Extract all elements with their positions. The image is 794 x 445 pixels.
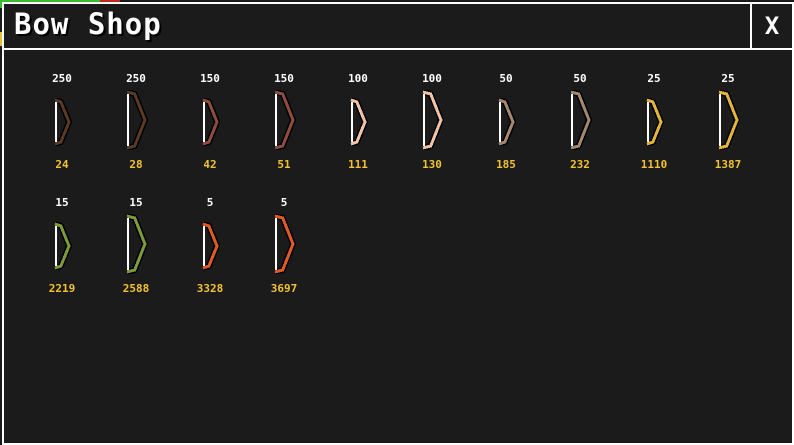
- bow-icon: [715, 90, 741, 150]
- item-quantity: 50: [499, 72, 513, 85]
- item-quantity: 50: [573, 72, 587, 85]
- item-price: 28: [129, 158, 143, 171]
- shop-item-bow[interactable]: 15 2219: [32, 196, 92, 295]
- close-button[interactable]: X: [750, 4, 792, 48]
- shop-item-bow[interactable]: 250 28: [106, 72, 166, 171]
- bow-icon: [347, 98, 369, 146]
- item-price: 51: [277, 158, 291, 171]
- title-bar: Bow Shop X: [4, 4, 792, 50]
- item-price: 232: [570, 158, 590, 171]
- item-price: 24: [55, 158, 69, 171]
- item-price: 3328: [196, 282, 224, 295]
- item-price: 3697: [270, 282, 298, 295]
- bow-icon: [567, 90, 593, 150]
- item-quantity: 150: [200, 72, 220, 85]
- bow-icon: [643, 98, 665, 146]
- item-quantity: 25: [647, 72, 661, 85]
- shop-item-bow[interactable]: 150 51: [254, 72, 314, 171]
- shop-item-bow[interactable]: 15 2588: [106, 196, 166, 295]
- item-quantity: 15: [129, 196, 143, 209]
- shop-item-bow[interactable]: 250 24: [32, 72, 92, 171]
- item-price: 111: [348, 158, 368, 171]
- bow-icon: [51, 98, 73, 146]
- item-price: 1387: [714, 158, 742, 171]
- bow-icon: [271, 90, 297, 150]
- item-price: 1110: [640, 158, 668, 171]
- item-quantity: 250: [126, 72, 146, 85]
- bow-icon: [495, 98, 517, 146]
- item-quantity: 5: [206, 196, 214, 209]
- shop-item-bow[interactable]: 50 232: [550, 72, 610, 171]
- bow-icon: [51, 222, 73, 270]
- item-price: 42: [203, 158, 217, 171]
- item-quantity: 5: [280, 196, 288, 209]
- shop-item-bow[interactable]: 25 1110: [624, 72, 684, 171]
- bow-icon: [123, 214, 149, 274]
- bow-icon: [123, 90, 149, 150]
- bow-shop-window: Bow Shop X 250 24 250 28 150 42 150 51 100 111 100…: [2, 2, 794, 445]
- item-quantity: 25: [721, 72, 735, 85]
- shop-item-bow[interactable]: 5 3328: [180, 196, 240, 295]
- item-quantity: 100: [422, 72, 442, 85]
- shop-item-bow[interactable]: 50 185: [476, 72, 536, 171]
- shop-item-bow[interactable]: 5 3697: [254, 196, 314, 295]
- item-price: 130: [422, 158, 442, 171]
- item-quantity: 250: [52, 72, 72, 85]
- item-quantity: 150: [274, 72, 294, 85]
- item-quantity: 100: [348, 72, 368, 85]
- bow-icon: [199, 222, 221, 270]
- shop-item-bow[interactable]: 25 1387: [698, 72, 758, 171]
- shop-item-bow[interactable]: 100 111: [328, 72, 388, 171]
- item-price: 185: [496, 158, 516, 171]
- bow-icon: [419, 90, 445, 150]
- shop-item-bow[interactable]: 100 130: [402, 72, 462, 171]
- bow-icon: [199, 98, 221, 146]
- item-price: 2588: [122, 282, 150, 295]
- bow-icon: [271, 214, 297, 274]
- window-title: Bow Shop: [14, 7, 162, 41]
- item-quantity: 15: [55, 196, 69, 209]
- item-price: 2219: [48, 282, 76, 295]
- shop-item-bow[interactable]: 150 42: [180, 72, 240, 171]
